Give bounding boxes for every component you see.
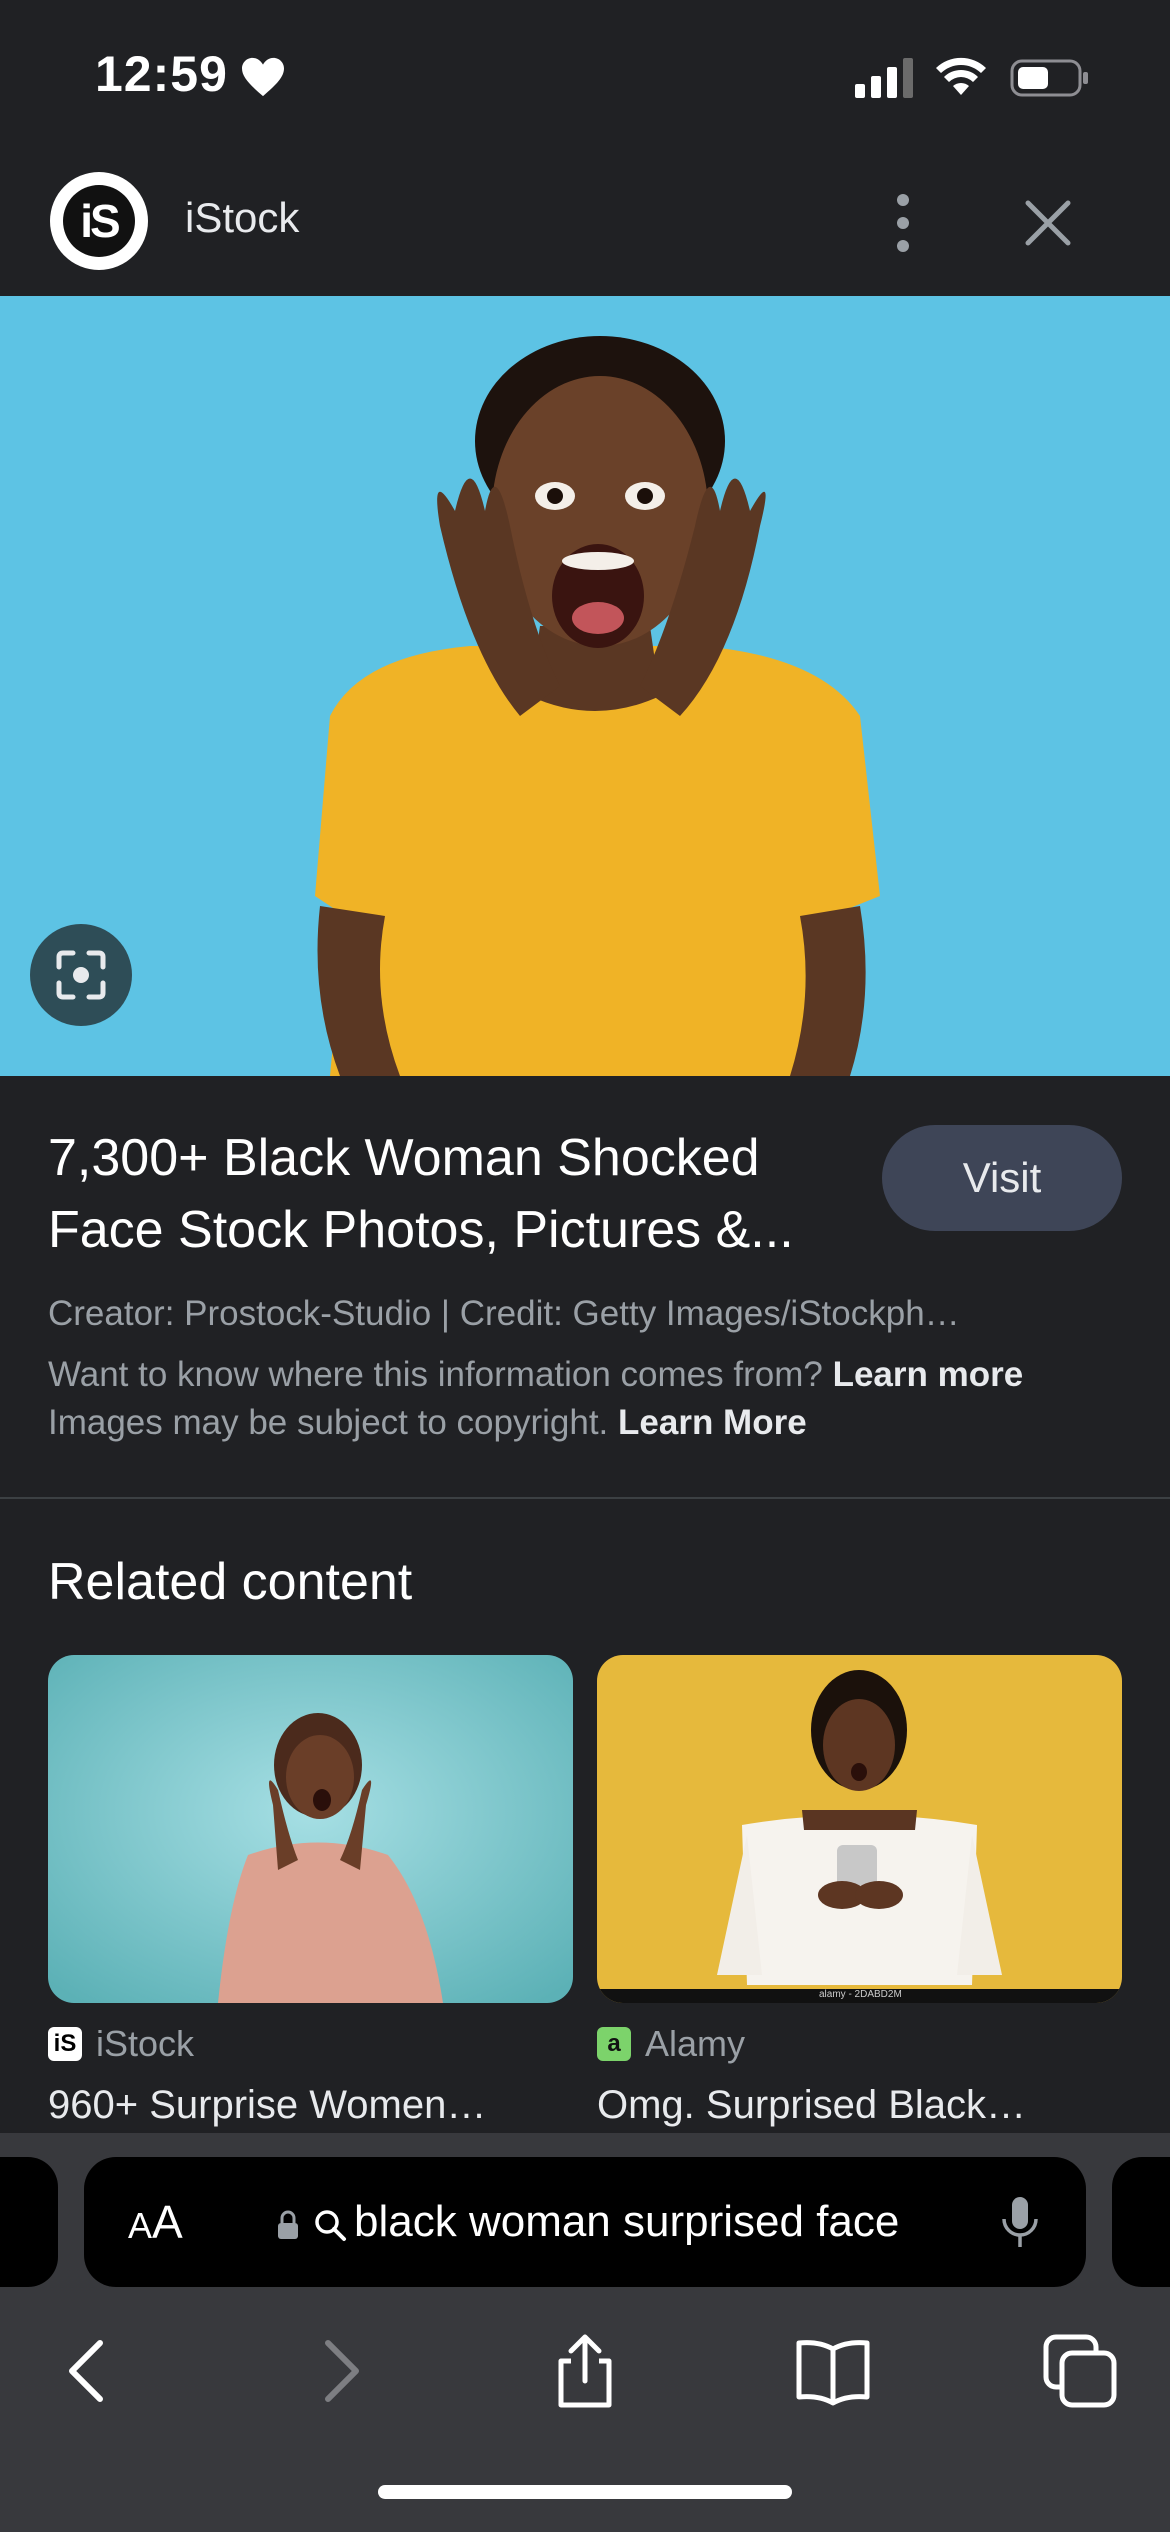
aa-small-letter: A [128,2205,153,2246]
share-icon[interactable] [545,2331,625,2411]
istock-favicon-icon: iS [48,2027,82,2061]
back-icon[interactable] [48,2331,128,2411]
info-question-text: Want to know where this information come… [48,1355,823,1394]
related-card-image[interactable]: alamy - 2DABD2M [597,1655,1122,2003]
tabs-icon[interactable] [1040,2331,1120,2411]
page-settings-button[interactable]: AA [128,2195,183,2249]
info-source-line: Want to know where this information come… [48,1355,1023,1395]
related-card-title[interactable]: Omg. Surprised Black… [597,2083,1122,2128]
woman-white-top-photo [597,1655,1122,2003]
copyright-text: Images may be subject to copyright. [48,1403,609,1442]
alamy-favicon-icon: a [597,2027,631,2061]
related-card-source: iS iStock [48,2023,194,2065]
woman-pink-sweater-photo [48,1655,573,2003]
next-tab-peek[interactable] [1112,2157,1170,2287]
cellular-signal-icon [855,58,913,98]
previous-tab-peek[interactable] [0,2157,58,2287]
related-card-source: a Alamy [597,2023,745,2065]
search-icon [315,2210,346,2241]
related-content-heading: Related content [48,1553,413,1611]
related-card-image[interactable] [48,1655,573,2003]
address-bar[interactable]: AA black woman surprised face [84,2157,1086,2287]
microphone-icon[interactable] [1000,2195,1040,2251]
visit-button[interactable]: Visit [882,1125,1122,1231]
aa-big-letter: A [152,2196,183,2248]
related-card-istock[interactable]: iS iStock 960+ Surprise Women… [48,1655,573,2127]
result-title[interactable]: 7,300+ Black Woman Shocked Face Stock Ph… [48,1122,848,1266]
result-image[interactable] [0,296,1170,1076]
heart-icon [242,57,284,97]
home-indicator [378,2485,792,2499]
lock-icon [278,2210,298,2239]
result-sheet-header: iS iStock [0,150,1170,296]
browser-toolbar: AA black woman surprised face [0,2133,1170,2532]
google-lens-button[interactable] [30,924,132,1026]
status-time: 12:59 [95,46,228,102]
bookmarks-icon[interactable] [793,2331,873,2411]
surprised-woman-photo [0,296,1170,1076]
address-bar-text[interactable]: black woman surprised face [354,2197,899,2247]
status-bar: 12:59 [0,0,1170,150]
istock-logo: iS [50,172,148,270]
source-name: iStock [96,2023,195,2064]
forward-icon[interactable] [300,2331,380,2411]
related-card-title[interactable]: 960+ Surprise Women… [48,2083,573,2128]
image-watermark: alamy - 2DABD2M [819,1989,902,2000]
battery-icon [1010,59,1088,97]
learn-more-link[interactable]: Learn more [833,1355,1024,1394]
wifi-icon [936,57,986,95]
site-name[interactable]: iStock [185,194,299,242]
related-card-alamy[interactable]: alamy - 2DABD2M a Alamy Omg. Surprised B… [597,1655,1122,2127]
source-name: Alamy [645,2023,746,2064]
creator-line: Creator: Prostock-Studio | Credit: Getty… [48,1294,960,1333]
copyright-line: Images may be subject to copyright. Lear… [48,1403,807,1443]
copyright-learn-more-link[interactable]: Learn More [618,1403,807,1442]
more-options-icon[interactable] [880,190,926,256]
lens-icon [56,950,106,1000]
close-icon[interactable] [1020,195,1076,251]
section-divider [0,1497,1170,1499]
istock-logo-mark: iS [63,185,135,257]
